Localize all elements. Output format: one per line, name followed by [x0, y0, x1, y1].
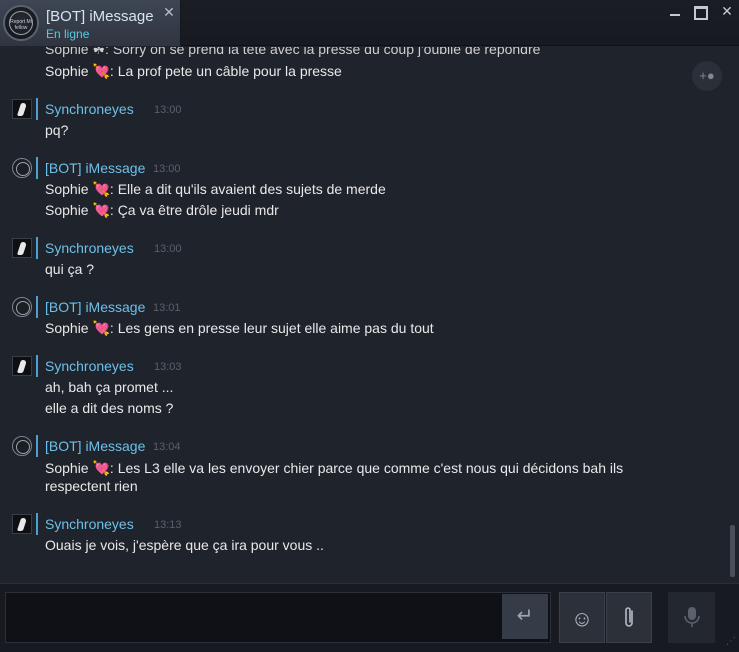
sender-name[interactable]: Synchroneyes	[45, 240, 134, 256]
compose-bar: ↵ ☺	[0, 583, 739, 652]
avatar[interactable]	[12, 356, 32, 376]
timestamp: 13:00	[153, 163, 181, 175]
message-line: ah, bah ça promet ...	[45, 379, 174, 395]
resize-grip-icon[interactable]: ⋰	[726, 636, 738, 648]
sender-bar	[36, 157, 38, 179]
chat-tab[interactable]: Report Mi fellow [BOT] iMessage En ligne…	[0, 0, 181, 46]
close-icon[interactable]: ✕	[719, 3, 735, 19]
sender-bar	[36, 98, 38, 120]
message-line: qui ça ?	[45, 261, 95, 277]
message-line: elle a dit des noms ?	[45, 400, 174, 416]
avatar[interactable]	[12, 99, 32, 119]
emoji-icon[interactable]: ☺	[559, 592, 605, 643]
message-line: pq?	[45, 122, 69, 138]
timestamp: 13:01	[153, 302, 181, 314]
tab-close-icon[interactable]: ✕	[162, 5, 176, 19]
message-line: Sophie 💘: Ça va être drôle jeudi mdr	[45, 202, 279, 218]
avatar-logo-text: Report Mi fellow	[10, 19, 32, 31]
timestamp: 13:04	[153, 441, 181, 453]
minimize-icon[interactable]	[667, 3, 683, 19]
sender-bar	[36, 355, 38, 377]
timestamp: 13:03	[154, 361, 182, 373]
avatar[interactable]	[12, 297, 32, 317]
title-bar: Report Mi fellow [BOT] iMessage En ligne…	[0, 0, 739, 46]
sender-name[interactable]: [BOT] iMessage	[45, 160, 145, 176]
sender-name[interactable]: [BOT] iMessage	[45, 299, 145, 315]
add-friend-icon[interactable]: +●	[692, 61, 722, 91]
message-line: Sophie 💘: Les gens en presse leur sujet …	[45, 320, 434, 336]
attach-icon[interactable]	[606, 592, 652, 643]
sender-name[interactable]: Synchroneyes	[45, 358, 134, 374]
sender-name[interactable]: [BOT] iMessage	[45, 438, 145, 454]
window-controls: ✕	[667, 3, 735, 21]
timestamp: 13:00	[154, 104, 182, 116]
message-line: Sophie 💘: Elle a dit qu'ils avaient des …	[45, 181, 386, 197]
microphone-icon[interactable]	[668, 592, 715, 643]
sender-bar	[36, 237, 38, 259]
avatar[interactable]	[12, 238, 32, 258]
message-input[interactable]	[5, 592, 551, 643]
sender-name[interactable]: Synchroneyes	[45, 516, 134, 532]
message-line: Ouais je vois, j'espère que ça ira pour …	[45, 537, 324, 553]
sender-bar	[36, 435, 38, 457]
avatar[interactable]	[12, 436, 32, 456]
sender-name[interactable]: Synchroneyes	[45, 101, 134, 117]
message-line: Sophie 💘: La prof pete un câble pour la …	[45, 63, 342, 79]
tab-avatar: Report Mi fellow	[3, 5, 39, 41]
send-button[interactable]: ↵	[502, 594, 548, 639]
tab-title: [BOT] iMessage	[46, 8, 154, 25]
tab-status: En ligne	[46, 27, 90, 41]
chat-scrollbar[interactable]	[730, 525, 735, 577]
maximize-icon[interactable]	[693, 3, 709, 19]
avatar[interactable]	[12, 158, 32, 178]
message-line: Sophie ☘: Sorry on se prend la tête avec…	[45, 47, 541, 57]
timestamp: 13:13	[154, 519, 182, 531]
timestamp: 13:00	[154, 243, 182, 255]
chat-log[interactable]: Sophie ☘: Sorry on se prend la tête avec…	[0, 47, 739, 583]
avatar[interactable]	[12, 514, 32, 534]
mic-glyph-icon	[683, 607, 700, 627]
paperclip-icon	[625, 607, 633, 627]
sender-bar	[36, 296, 38, 318]
message-line: Sophie 💘: Les L3 elle va les envoyer chi…	[45, 460, 624, 494]
sender-bar	[36, 513, 38, 535]
